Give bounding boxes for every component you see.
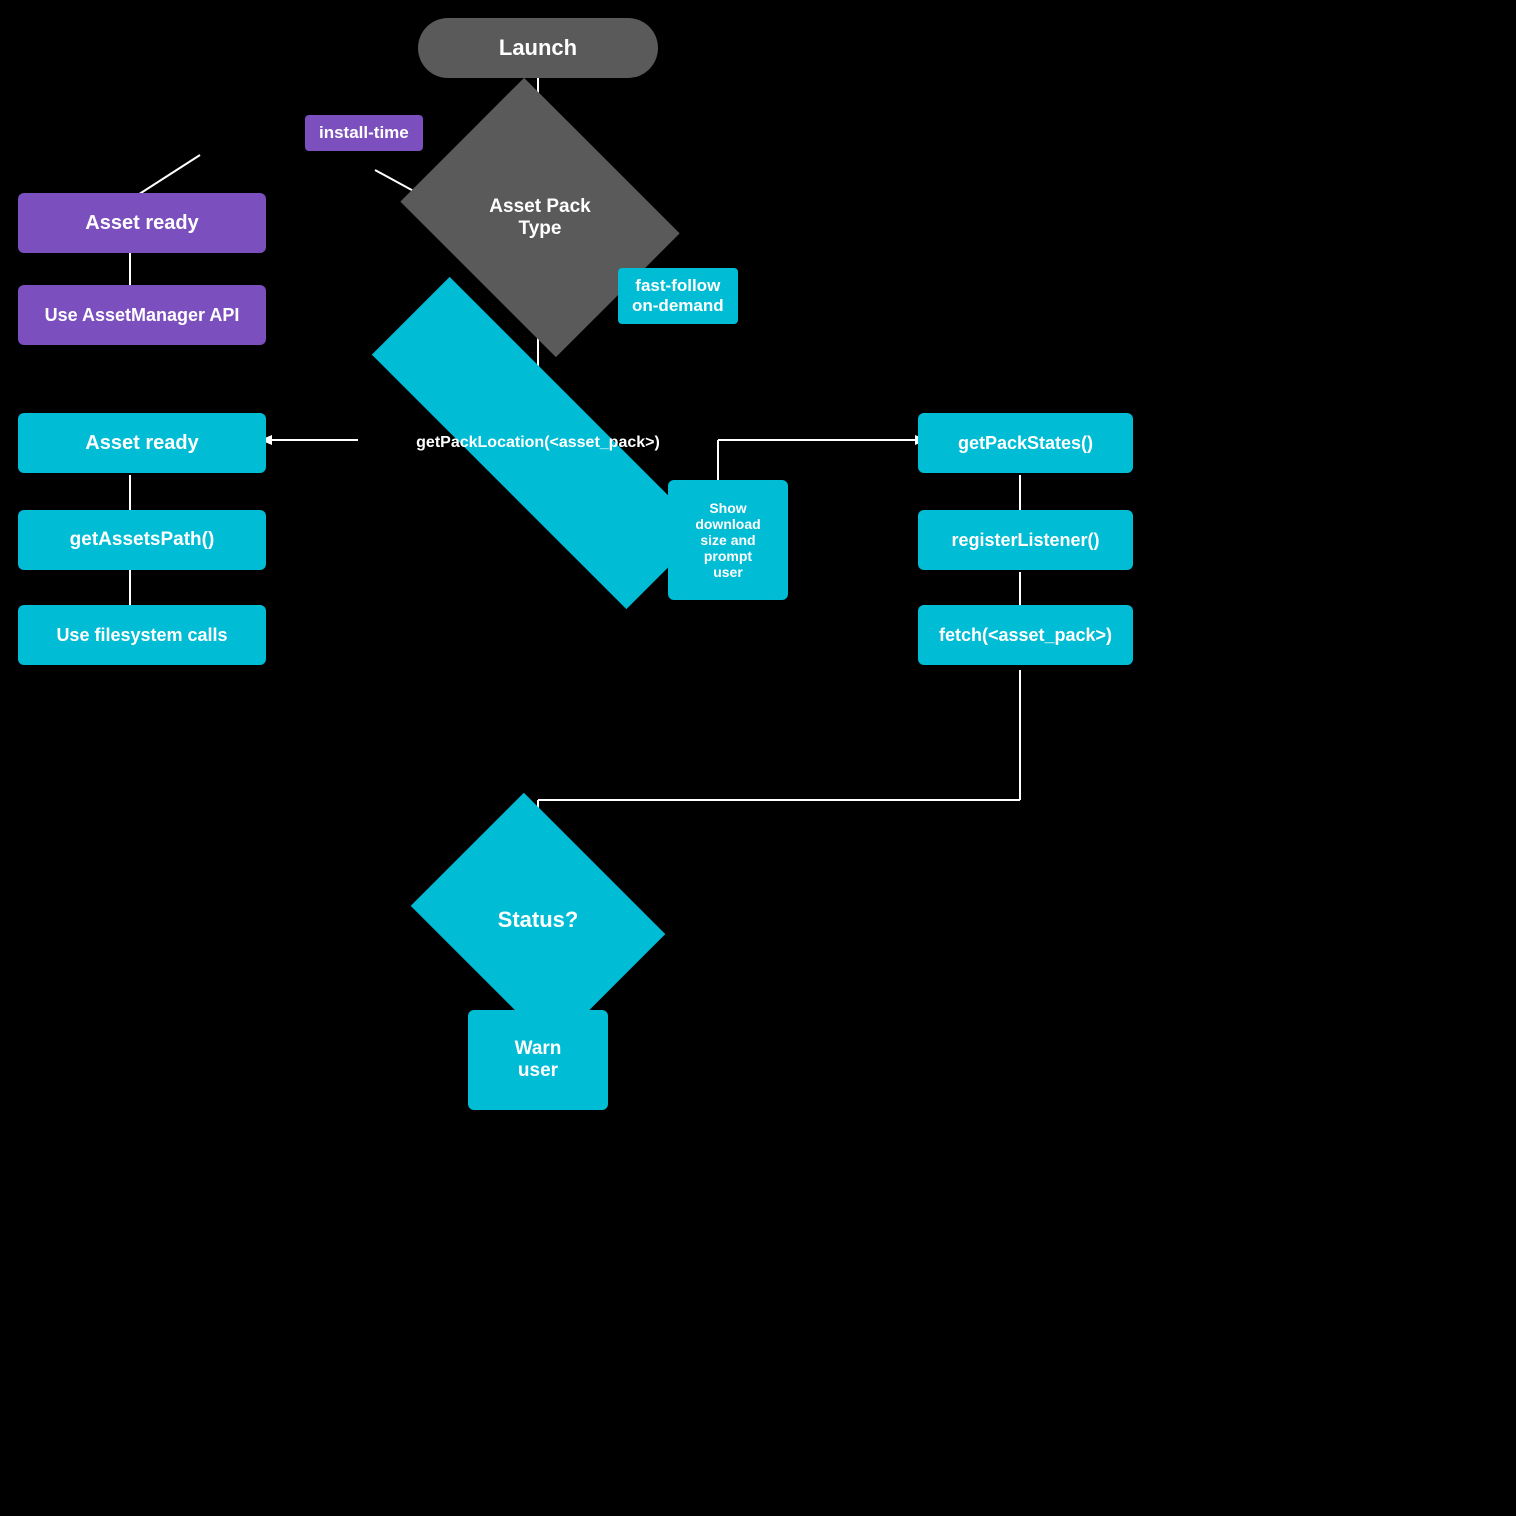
get-pack-location-label: getPackLocation(<asset_pack>) — [358, 388, 718, 498]
status-diamond: Status? — [438, 840, 638, 1000]
show-download-node: Show download size and prompt user — [668, 480, 788, 600]
fetch-asset-pack-node: fetch(<asset_pack>) — [918, 605, 1133, 665]
get-assets-path-node: getAssetsPath() — [18, 510, 266, 570]
flowchart: Launch install-time Asset Pack Type fast… — [0, 0, 1516, 1516]
launch-node: Launch — [418, 18, 658, 78]
install-time-label: install-time — [305, 115, 423, 151]
asset-ready-1-node: Asset ready — [18, 193, 266, 253]
use-filesystem-calls-node: Use filesystem calls — [18, 605, 266, 665]
status-label: Status? — [438, 840, 638, 1000]
asset-pack-type-diamond: Asset Pack Type — [430, 130, 650, 305]
use-asset-manager-api-node: Use AssetManager API — [18, 285, 266, 345]
asset-pack-type-label: Asset Pack Type — [430, 130, 650, 305]
warn-user-node: Warn user — [468, 1010, 608, 1110]
asset-ready-2-node: Asset ready — [18, 413, 266, 473]
get-pack-states-node: getPackStates() — [918, 413, 1133, 473]
register-listener-node: registerListener() — [918, 510, 1133, 570]
get-pack-location-diamond: getPackLocation(<asset_pack>) — [358, 388, 718, 498]
